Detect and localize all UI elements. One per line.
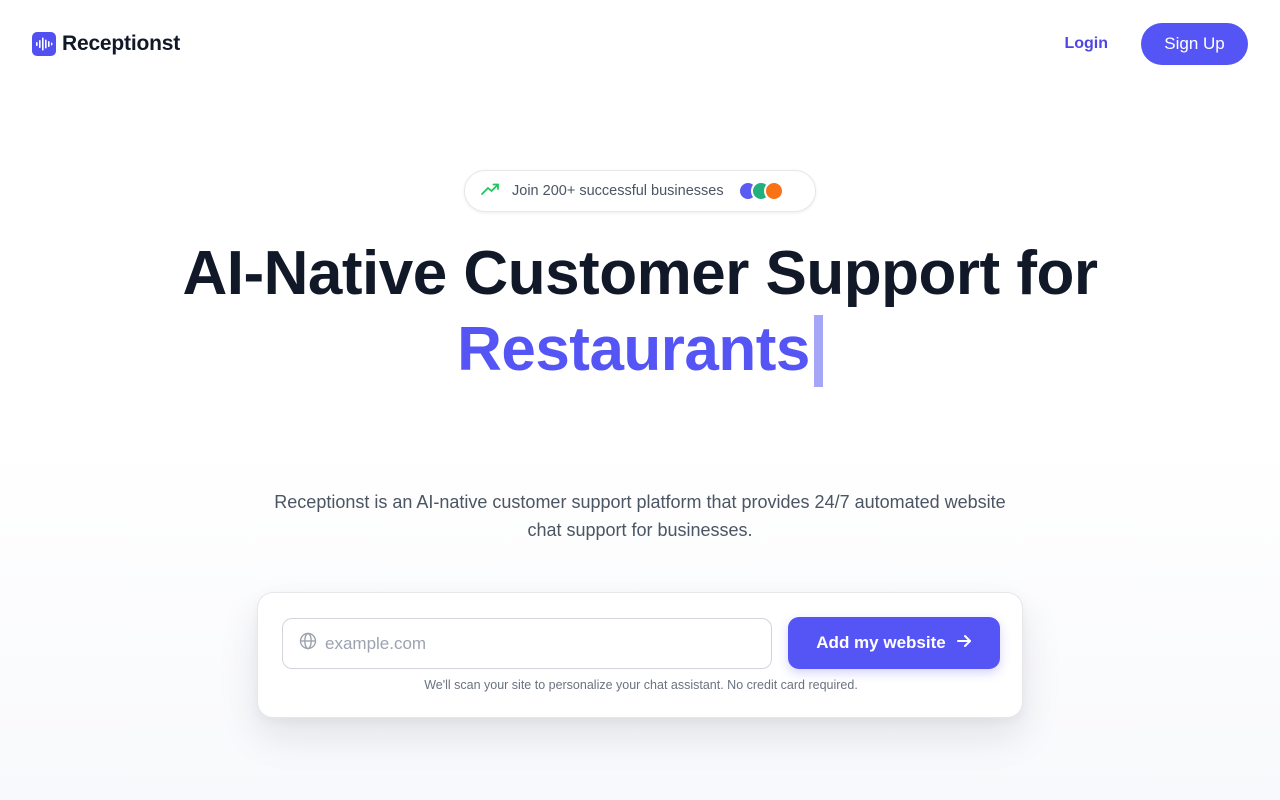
hero-title: AI-Native Customer Support for [182, 239, 1098, 308]
social-proof-badge: Join 200+ successful businesses [464, 170, 816, 212]
globe-icon [299, 632, 317, 655]
site-header: Receptionst Login Sign Up [0, 0, 1280, 88]
brand[interactable]: Receptionst [32, 32, 180, 56]
website-field[interactable] [282, 618, 772, 669]
login-link[interactable]: Login [1064, 35, 1108, 53]
avatar-stack [737, 181, 784, 201]
website-url-input[interactable] [325, 633, 745, 654]
header-nav: Login Sign Up [1064, 23, 1248, 65]
add-website-button[interactable]: Add my website [788, 617, 1000, 669]
typing-cursor [813, 314, 823, 387]
signup-card: Add my website We'll scan your site to p… [257, 592, 1023, 718]
avatar [763, 181, 784, 201]
arrow-right-icon [956, 633, 972, 653]
hero-highlight-line: Restaurants [0, 312, 1280, 390]
brand-name: Receptionst [62, 32, 180, 55]
sign-up-button[interactable]: Sign Up [1141, 23, 1248, 65]
trending-up-icon [481, 182, 500, 200]
hero-subtitle: Receptionst is an AI-native customer sup… [274, 492, 1006, 540]
landing-page: Receptionst Login Sign Up Join 200+ succ… [0, 0, 1280, 800]
add-website-label: Add my website [816, 633, 946, 652]
audio-wave-icon [32, 32, 56, 56]
card-footnote: We'll scan your site to personalize your… [424, 678, 858, 692]
hero-highlight-word: Restaurants [457, 315, 810, 384]
badge-text: Join 200+ successful businesses [512, 183, 724, 199]
